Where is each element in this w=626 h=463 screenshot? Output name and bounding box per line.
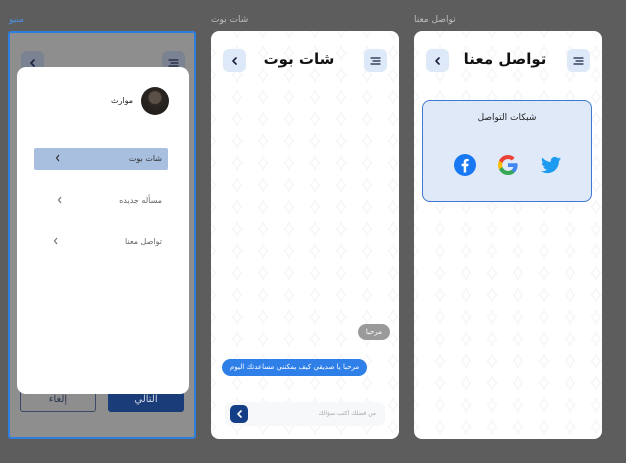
- menu-item-chatbot[interactable]: شات بوت: [34, 148, 168, 170]
- chevron-left-icon: [29, 58, 35, 67]
- chevron-left-icon: [53, 237, 58, 245]
- frame-label-menu[interactable]: منيو: [9, 15, 24, 25]
- send-button[interactable]: [230, 405, 248, 423]
- card-title: شبكات التواصل: [477, 113, 537, 123]
- user-name: موارث: [110, 96, 133, 105]
- menu-item-label: شات بوت: [128, 154, 162, 163]
- chevron-left-icon: [57, 196, 62, 204]
- header: تواصل معنا: [414, 49, 602, 73]
- contact-frame: تواصل معنا شبكات التواصل: [414, 31, 602, 439]
- menu-item-label: تواصل معنا: [125, 237, 162, 246]
- social-networks-card: شبكات التواصل: [422, 100, 592, 202]
- chevron-left-icon: [55, 154, 60, 162]
- header: شات بوت: [211, 49, 399, 73]
- message-composer[interactable]: من فضلك اكتب سؤالك: [225, 402, 385, 426]
- message-input[interactable]: من فضلك اكتب سؤالك: [318, 410, 376, 417]
- frame-label-contact[interactable]: تواصل معنا: [414, 15, 456, 25]
- bot-message: مرحبا يا صديقي كيف يمكنني مساعدتك اليوم: [222, 359, 368, 376]
- hamburger-icon: [573, 56, 584, 65]
- hamburger-icon: [370, 56, 381, 65]
- hamburger-icon: [168, 58, 179, 67]
- side-menu: موارث شات بوت مسأله جديده تواصل معنا: [17, 67, 189, 394]
- menu-button[interactable]: [364, 49, 387, 72]
- google-icon[interactable]: [496, 153, 520, 177]
- menu-frame[interactable]: التالي إلغاء موارث شات بوت مسأله جديده ت…: [8, 31, 196, 439]
- menu-item-label: مسأله جديده: [119, 196, 162, 205]
- menu-item-new-question[interactable]: مسأله جديده: [34, 190, 168, 212]
- incoming-message: مرحبا: [357, 324, 390, 340]
- menu-item-contact[interactable]: تواصل معنا: [34, 231, 168, 253]
- chatbot-frame: شات بوت مرحبا مرحبا يا صديقي كيف يمكنني …: [211, 31, 399, 439]
- facebook-icon[interactable]: [453, 153, 477, 177]
- twitter-icon[interactable]: [538, 153, 564, 177]
- frame-label-chat[interactable]: شات بوت: [211, 15, 248, 25]
- menu-button[interactable]: [567, 49, 590, 72]
- chevron-left-icon: [236, 410, 242, 418]
- avatar[interactable]: [141, 87, 169, 115]
